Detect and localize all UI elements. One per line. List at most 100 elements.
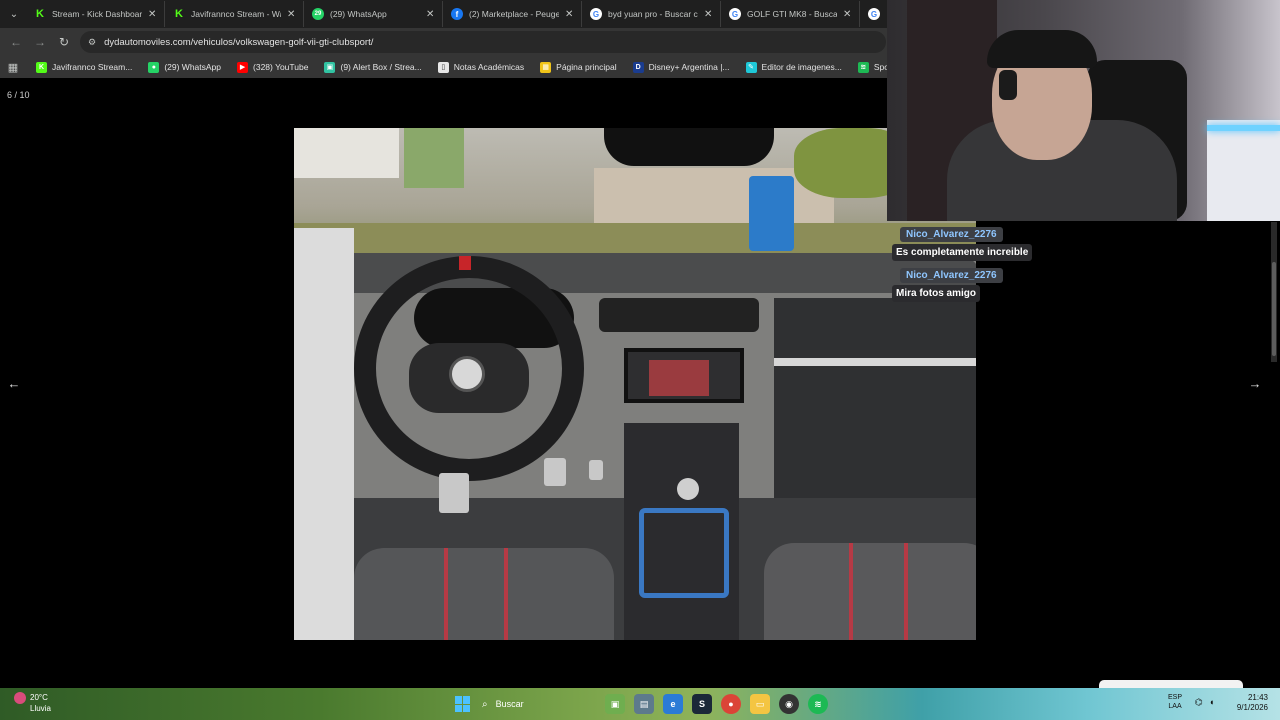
close-tab-icon[interactable]: ✕	[565, 9, 575, 20]
browser-tab[interactable]: 29 (29) WhatsApp ✕	[304, 1, 443, 27]
bookmark-label: Javifrannco Stream...	[52, 62, 133, 72]
tab-title: GOLF GTI MK8 - Buscar co	[747, 9, 837, 19]
taskbar-apps: ▣ ▤ e S ● ▭ ◉ ≋	[605, 694, 837, 714]
weather-icon	[14, 692, 26, 704]
weather-desc: Lluvia	[30, 704, 51, 713]
chat-message: Nico_Alvarez_2276 Mira fotos amigo	[892, 265, 1092, 302]
start-menu-icon[interactable]	[455, 696, 471, 712]
youtube-icon: ▶	[237, 61, 249, 73]
lang-top: ESP	[1168, 694, 1183, 701]
bookmark-item[interactable]: ▦ Página principal	[534, 61, 622, 73]
windows-taskbar: 20°C Lluvia ⌕ Buscar ▣ ▤ e S ● ▭ ◉ ≋ ESP…	[0, 688, 1280, 720]
edge-browser-icon[interactable]: e	[663, 694, 683, 714]
google-icon: G	[868, 8, 880, 20]
car-interior-photo	[294, 128, 976, 640]
previous-image-arrow[interactable]: ←	[6, 376, 22, 391]
browser-tab[interactable]: G GOLF GTI MK8 - Buscar co ✕	[721, 1, 860, 27]
bookmark-item[interactable]: ▯ Notas Académicas	[432, 61, 530, 73]
tab-title: byd yuan pro - Buscar con	[608, 9, 698, 19]
bookmark-item[interactable]: ▶ (328) YouTube	[231, 61, 314, 73]
system-tray: ⌬ ◖	[1195, 697, 1220, 708]
taskbar-search[interactable]: ⌕ Buscar	[482, 694, 597, 714]
chat-text: Es completamente increible	[892, 244, 1033, 261]
page-icon: ▯	[437, 61, 449, 73]
page-scrollbar-thumb[interactable]	[1272, 262, 1276, 356]
spotify-icon: ≋	[857, 61, 869, 73]
kick-icon: K	[34, 8, 46, 20]
address-bar[interactable]: ⚙ dydautomoviles.com/vehiculos/volkswage…	[80, 31, 886, 53]
reload-icon[interactable]: ↻	[52, 30, 76, 54]
kick-icon: K	[36, 61, 47, 73]
bookmark-label: (9) Alert Box / Strea...	[340, 62, 422, 72]
browser-tab[interactable]: K Javifrannco Stream - Watc ✕	[165, 1, 304, 27]
close-tab-icon[interactable]: ✕	[287, 9, 297, 20]
browser-tab[interactable]: f (2) Marketplace - Peugeot ✕	[443, 1, 582, 27]
google-icon: G	[590, 8, 602, 20]
system-clock[interactable]: 21:43 9/1/2026	[1226, 693, 1268, 713]
chat-message: Nico_Alvarez_2276 Es completamente incre…	[892, 224, 1092, 261]
next-image-arrow[interactable]: →	[1247, 376, 1263, 391]
bookmark-label: Disney+ Argentina |...	[648, 62, 730, 72]
bookmark-label: Editor de imagenes...	[761, 62, 842, 72]
image-counter: 6 / 10	[7, 90, 30, 100]
whatsapp-icon: ●	[148, 61, 160, 73]
language-indicator[interactable]: ESP LAA	[1168, 693, 1182, 711]
bookmark-label: Notas Académicas	[453, 62, 525, 72]
moodle-icon: ▦	[540, 61, 552, 73]
taskbar-search-placeholder: Buscar	[495, 699, 524, 709]
stream-chat-overlay: Nico_Alvarez_2276 Es completamente incre…	[892, 224, 1092, 306]
browser-tab[interactable]: Gbyd yuan pro - Buscar con ✕	[582, 1, 721, 27]
clock-date: 9/1/2026	[1236, 703, 1268, 712]
tab-search-button[interactable]: ⌄	[2, 3, 26, 25]
task-view-icon[interactable]: ▣	[605, 694, 625, 714]
spotify-icon[interactable]: ≋	[808, 694, 828, 714]
obs-icon[interactable]: ◉	[779, 694, 799, 714]
whatsapp-icon: 29	[312, 8, 324, 20]
chrome-icon[interactable]: ●	[721, 694, 741, 714]
apps-grid-icon[interactable]: ▦	[0, 61, 26, 74]
streamlabs-icon: ▣	[324, 61, 336, 73]
weather-temp: 20°C	[30, 693, 48, 703]
tab-title: (29) WhatsApp	[330, 9, 387, 19]
editor-icon: ✎	[745, 61, 757, 73]
chat-username: Nico_Alvarez_2276	[900, 227, 1003, 242]
bookmark-item[interactable]: ▣ (9) Alert Box / Strea...	[318, 61, 427, 73]
tab-title: Javifrannco Stream - Watc	[191, 9, 281, 19]
bookmark-label: (29) WhatsApp	[164, 62, 222, 72]
close-tab-icon[interactable]: ✕	[426, 9, 436, 20]
weather-widget[interactable]: 20°C Lluvia	[14, 692, 51, 714]
tab-title: Stream - Kick Dashboard	[52, 9, 142, 19]
network-icon[interactable]: ⌬	[1195, 697, 1203, 708]
widgets-icon[interactable]: ▤	[634, 694, 654, 714]
streamer-webcam	[887, 0, 1280, 221]
close-tab-icon[interactable]: ✕	[148, 9, 158, 20]
browser-tab[interactable]: GG	[860, 1, 884, 27]
close-tab-icon[interactable]: ✕	[843, 9, 853, 20]
disney-icon: D	[632, 61, 644, 73]
kick-icon: K	[173, 8, 185, 20]
file-explorer-icon[interactable]: ▭	[750, 694, 770, 714]
volume-icon[interactable]: ◖	[1209, 697, 1214, 708]
chat-text: Mira fotos amigo	[892, 285, 981, 302]
bookmark-item[interactable]: D Disney+ Argentina |...	[627, 61, 736, 73]
bookmark-label: (328) YouTube	[253, 62, 309, 72]
bookmark-item[interactable]: ✎ Editor de imagenes...	[740, 61, 848, 73]
forward-icon[interactable]: →	[28, 30, 52, 54]
clock-time: 21:43	[1247, 693, 1268, 702]
close-tab-icon[interactable]: ✕	[704, 9, 714, 20]
steam-icon[interactable]: S	[692, 694, 712, 714]
tab-title: (2) Marketplace - Peugeot	[469, 9, 559, 19]
facebook-icon: f	[451, 8, 463, 20]
google-icon: G	[729, 8, 741, 20]
lang-bottom: LAA	[1168, 703, 1182, 710]
url-text: dydautomoviles.com/vehiculos/volkswagen-…	[104, 36, 374, 48]
site-info-icon[interactable]: ⚙	[88, 37, 96, 48]
search-icon: ⌕	[482, 698, 488, 710]
bookmark-item[interactable]: ● (29) WhatsApp	[142, 61, 227, 73]
browser-tab[interactable]: K Stream - Kick Dashboard ✕	[26, 1, 165, 27]
back-icon[interactable]: ←	[4, 30, 28, 54]
chat-username: Nico_Alvarez_2276	[900, 268, 1003, 283]
bookmark-item[interactable]: K Javifrannco Stream...	[30, 61, 138, 73]
bookmark-label: Página principal	[556, 62, 617, 72]
screen: ⌄ K Stream - Kick Dashboard ✕ K Javifrannco …	[0, 0, 1280, 720]
